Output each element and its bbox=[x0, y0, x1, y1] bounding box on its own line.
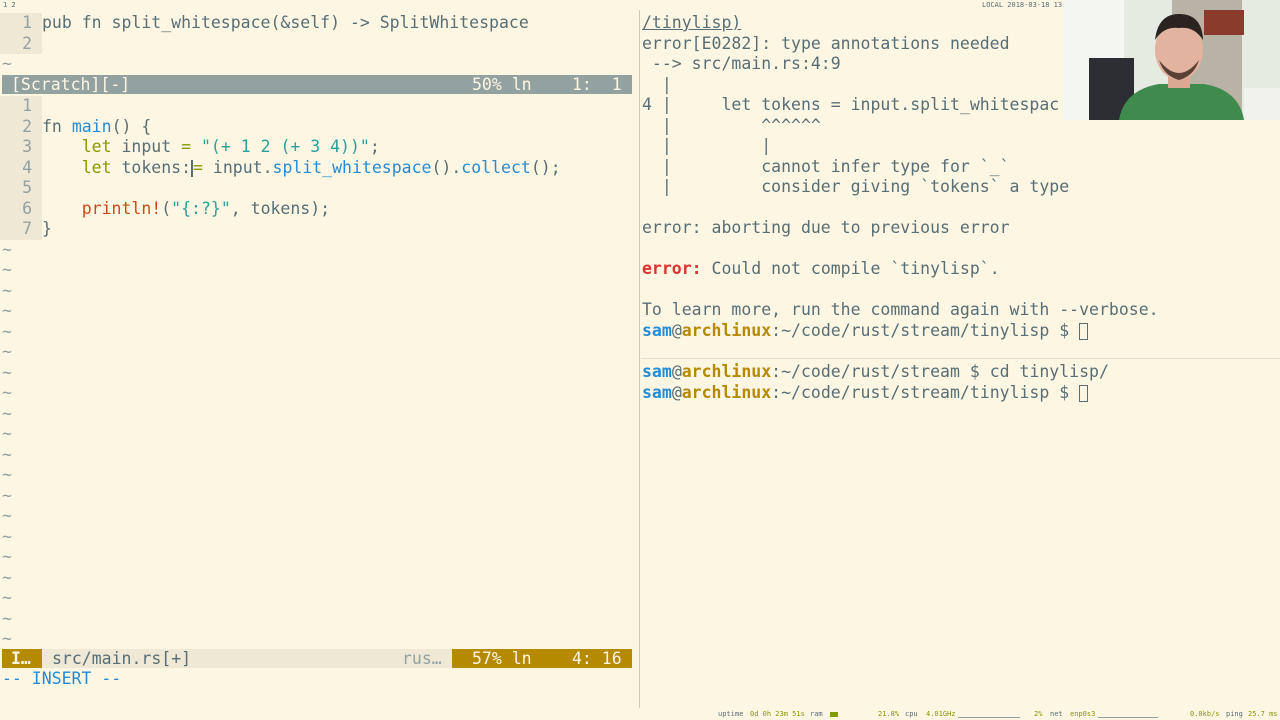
terminal-output-line: | | bbox=[642, 136, 772, 155]
scratch-percent: 50% ln bbox=[472, 75, 532, 94]
empty-line-marker: ~ bbox=[2, 301, 12, 320]
terminal-cursor bbox=[1079, 323, 1089, 340]
terminal-output-line: | bbox=[642, 74, 672, 94]
empty-line-marker: ~ bbox=[2, 321, 12, 341]
empty-line-marker: ~ bbox=[2, 260, 12, 279]
empty-line-marker: ~ bbox=[2, 383, 12, 402]
uptime-value: 0d 0h 23m 51s bbox=[750, 710, 805, 718]
cpu2-percent: 2% bbox=[1034, 710, 1043, 718]
main-statusline[interactable]: I… src/main.rs[+] rus… 57% ln 4: 16 bbox=[2, 649, 632, 668]
mode-indicator: I… bbox=[2, 649, 42, 668]
cursor-position: 4: 16 bbox=[562, 649, 632, 668]
vim-editor-pane[interactable]: 1 pub fn split_whitespace(&self) -> Split… bbox=[0, 10, 640, 708]
insert-mode-message: -- INSERT -- bbox=[2, 669, 122, 688]
bottom-status-bar: uptime 0d 0h 23m 51s ram 21.8% cpu 4.01G… bbox=[0, 708, 1280, 720]
webcam-image bbox=[1064, 0, 1280, 120]
empty-line-marker: ~ bbox=[2, 485, 12, 505]
percent-indicator: 57% ln bbox=[452, 649, 562, 668]
terminal-output-line: --> src/main.rs:4:9 bbox=[642, 54, 841, 73]
empty-line-marker: ~ bbox=[2, 588, 12, 607]
terminal-cursor bbox=[1079, 384, 1089, 402]
net-label: net bbox=[1050, 710, 1063, 718]
ram-label: ram bbox=[810, 710, 823, 718]
doc-buffer-line: 1 pub fn split_whitespace(&self) -> Split… bbox=[0, 13, 529, 34]
compile-error-line: error: Could not compile `tinylisp`. bbox=[642, 259, 1000, 278]
net-gauge bbox=[1098, 712, 1158, 718]
shell-prompt[interactable]: sam@archlinux:~/code/rust/stream/tinylis… bbox=[642, 321, 1089, 342]
uptime-label: uptime bbox=[718, 710, 744, 718]
pane-divider[interactable] bbox=[641, 358, 1280, 359]
webcam-overlay bbox=[1064, 0, 1280, 120]
empty-line-marker: ~ bbox=[2, 465, 12, 484]
cpu-percent: 21.8% bbox=[878, 710, 900, 718]
empty-line-marker: ~ bbox=[2, 506, 12, 525]
net-interface: enp0s3 bbox=[1070, 710, 1096, 718]
empty-line-marker: ~ bbox=[2, 403, 12, 423]
shell-prompt[interactable]: sam@archlinux:~/code/rust/stream/tinylis… bbox=[642, 383, 1089, 404]
ping-label: ping bbox=[1226, 710, 1243, 718]
empty-line-marker: ~ bbox=[2, 547, 12, 566]
empty-line-marker: ~ bbox=[2, 629, 12, 648]
empty-line-marker: ~ bbox=[2, 608, 12, 628]
terminal-output-line: error: aborting due to previous error bbox=[642, 218, 1010, 237]
empty-line-marker: ~ bbox=[2, 567, 12, 587]
empty-line-marker: ~ bbox=[2, 54, 12, 73]
cpu-label: cpu bbox=[905, 710, 918, 718]
scratch-statusline[interactable]: [Scratch][-] 50% ln 1: 1 bbox=[2, 75, 632, 94]
empty-line-marker: ~ bbox=[2, 342, 12, 361]
ping-value: 25.7 ms bbox=[1248, 710, 1278, 718]
net-rate: 0.0kb/s bbox=[1190, 710, 1220, 718]
code-line[interactable]: 3 let input = "(+ 1 2 (+ 3 4))"; bbox=[0, 137, 380, 158]
learn-more-line: To learn more, run the command again wit… bbox=[642, 300, 1159, 319]
empty-line-marker: ~ bbox=[2, 280, 12, 300]
terminal-output-line: | consider giving `tokens` a type bbox=[642, 177, 1070, 196]
ram-gauge bbox=[830, 712, 838, 717]
terminal-output-line: /tinylisp) bbox=[642, 13, 742, 32]
cpu-frequency: 4.01GHz bbox=[926, 710, 956, 718]
file-type: rus… bbox=[402, 649, 442, 668]
shell-prompt[interactable]: sam@archlinux:~/code/rust/stream $ cd ti… bbox=[642, 362, 1109, 383]
empty-line-marker: ~ bbox=[2, 239, 12, 259]
terminal-output-line: | cannot infer type for `_` bbox=[642, 156, 1010, 176]
terminal-output-line: 4 | let tokens = input.split_whitespac bbox=[642, 95, 1060, 114]
cpu-gauge bbox=[958, 712, 1020, 718]
clock: LOCAL 2018-03-18 13:0 bbox=[982, 1, 1071, 9]
empty-line-marker: ~ bbox=[2, 526, 12, 546]
scratch-buffer-name: [Scratch][-] bbox=[11, 75, 131, 94]
doc-buffer-line: 2 bbox=[0, 33, 42, 54]
code-line[interactable]: 5 bbox=[0, 178, 42, 199]
terminal-output-line: error[E0282]: type annotations needed bbox=[642, 33, 1010, 53]
empty-line-marker: ~ bbox=[2, 444, 12, 464]
code-line[interactable]: 7} bbox=[0, 219, 52, 240]
file-name: src/main.rs[+] bbox=[52, 649, 192, 668]
empty-line-marker: ~ bbox=[2, 424, 12, 443]
scratch-position: 1: 1 bbox=[572, 75, 622, 94]
code-line[interactable]: 4 let tokens: = input.split_whitespace().… bbox=[0, 157, 561, 178]
code-line[interactable]: 2 fn main() { bbox=[0, 116, 151, 137]
terminal-output-line: | ^^^^^^ bbox=[642, 115, 821, 135]
code-line[interactable]: 1 bbox=[0, 96, 42, 117]
workspace-indicator[interactable]: 1 2 bbox=[3, 0, 16, 10]
code-line[interactable]: 6 println!("{:?}", tokens); bbox=[0, 198, 330, 219]
empty-line-marker: ~ bbox=[2, 362, 12, 382]
